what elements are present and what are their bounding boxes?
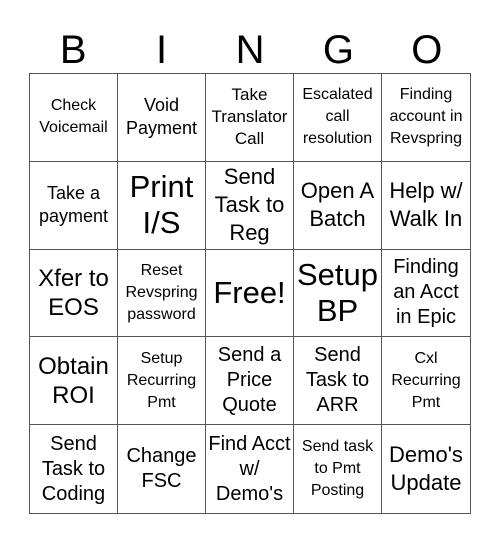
bingo-cell[interactable]: Finding an Acct in Epic [382, 250, 470, 338]
header-letter-o: O [411, 28, 443, 72]
bingo-cell[interactable]: Setup Recurring Pmt [118, 337, 206, 426]
bingo-cell[interactable]: Check Voicemail [30, 74, 118, 162]
bingo-cell[interactable]: Take a payment [30, 161, 118, 250]
bingo-cell[interactable]: Open A Batch [294, 161, 382, 250]
bingo-cell[interactable]: Send Task to Coding [30, 425, 118, 513]
free-space[interactable]: Free! [206, 249, 294, 338]
bingo-header: B I N G O [29, 28, 471, 72]
bingo-cell[interactable]: Xfer to EOS [30, 249, 118, 338]
bingo-cell[interactable]: Setup BP [294, 249, 382, 338]
bingo-cell[interactable]: Void Payment [118, 74, 206, 162]
bingo-cell[interactable]: Take Translator Call [206, 74, 294, 162]
bingo-cell[interactable]: Send Task to Reg [206, 161, 294, 250]
header-letter-g: G [322, 28, 354, 72]
bingo-cell[interactable]: Escalated call resolution [294, 74, 382, 162]
bingo-cell[interactable]: Demo's Update [382, 425, 470, 513]
bingo-cell[interactable]: Find Acct w/ Demo's [206, 425, 294, 513]
bingo-cell[interactable]: Finding account in Revspring [382, 74, 470, 162]
header-letter-n: N [235, 28, 265, 72]
header-letter-b: B [59, 28, 87, 72]
bingo-cell[interactable]: Cxl Recurring Pmt [382, 337, 470, 426]
bingo-cell[interactable]: Send a Price Quote [206, 337, 294, 426]
bingo-cell[interactable]: Obtain ROI [30, 337, 118, 426]
bingo-card: Check Voicemail Void Payment Take Transl… [29, 73, 471, 514]
bingo-cell[interactable]: Reset Revspring password [118, 249, 206, 338]
bingo-cell[interactable]: Send task to Pmt Posting [294, 425, 382, 513]
header-letter-i: I [156, 28, 168, 72]
bingo-cell[interactable]: Print I/S [118, 161, 206, 250]
bingo-cell[interactable]: Help w/ Walk In [382, 162, 470, 250]
bingo-cell[interactable]: Change FSC [118, 425, 206, 513]
bingo-cell[interactable]: Send Task to ARR [294, 337, 382, 426]
